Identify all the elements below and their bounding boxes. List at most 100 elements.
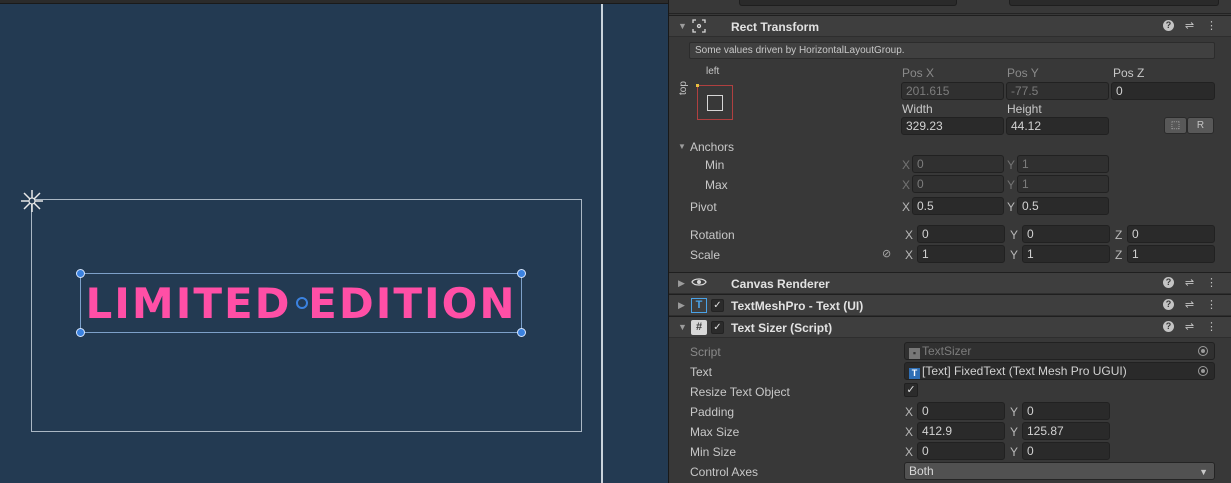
padding-x-field[interactable]: 0 bbox=[917, 402, 1005, 420]
script-label: Script bbox=[690, 345, 721, 359]
text-reference-value: [Text] FixedText (Text Mesh Pro UGUI) bbox=[922, 364, 1127, 378]
preset-sliders-icon[interactable]: ⇌ bbox=[1183, 276, 1196, 290]
max-size-x-field[interactable]: 412.9 bbox=[917, 422, 1005, 440]
component-title: Canvas Renderer bbox=[731, 277, 830, 291]
pivot-y-field[interactable]: 0.5 bbox=[1017, 197, 1109, 215]
preset-sliders-icon[interactable]: ⇌ bbox=[1183, 298, 1196, 312]
axis-y-label: Y bbox=[1010, 425, 1019, 439]
axis-x-label: X bbox=[902, 178, 911, 192]
component-title: TextMeshPro - Text (UI) bbox=[731, 299, 864, 313]
tmp-text-icon: T bbox=[909, 368, 920, 379]
rotation-z-field[interactable]: 0 bbox=[1127, 225, 1215, 243]
axis-y-label: Y bbox=[1007, 200, 1016, 214]
text-label: Text bbox=[690, 365, 713, 379]
width-field[interactable]: 329.23 bbox=[901, 117, 1004, 135]
rect-transform-header[interactable]: ▼ Rect Transform ? ⇌ ⋮ bbox=[669, 15, 1231, 37]
blueprint-mode-icon[interactable]: ⬚ bbox=[1164, 117, 1187, 134]
component-title: Rect Transform bbox=[731, 20, 820, 34]
rect-handle-top-left[interactable] bbox=[76, 269, 85, 278]
axis-x-label: X bbox=[902, 158, 911, 172]
scale-x-field[interactable]: 1 bbox=[917, 245, 1005, 263]
script-field: ▪ TextSizer bbox=[904, 342, 1215, 360]
min-size-y-field[interactable]: 0 bbox=[1022, 442, 1110, 460]
rotation-x-field[interactable]: 0 bbox=[917, 225, 1005, 243]
max-size-y-field[interactable]: 125.87 bbox=[1022, 422, 1110, 440]
help-icon[interactable]: ? bbox=[1163, 277, 1174, 288]
anchor-flower-icon[interactable] bbox=[19, 188, 45, 214]
canvas-edge-line bbox=[601, 4, 603, 483]
padding-y-field[interactable]: 0 bbox=[1022, 402, 1110, 420]
layer-field-stub[interactable] bbox=[1009, 0, 1219, 6]
textmeshpro-header[interactable]: ▶ T ✓ TextMeshPro - Text (UI) ? ⇌ ⋮ bbox=[669, 294, 1231, 316]
rotation-y-field[interactable]: 0 bbox=[1022, 225, 1110, 243]
scale-y-field[interactable]: 1 bbox=[1022, 245, 1110, 263]
constrain-proportions-icon[interactable]: ⊘ bbox=[882, 247, 891, 260]
object-picker-icon bbox=[1198, 346, 1208, 356]
rect-handle-top-right[interactable] bbox=[517, 269, 526, 278]
text-sizer-header[interactable]: ▼ # ✓ Text Sizer (Script) ? ⇌ ⋮ bbox=[669, 316, 1231, 338]
component-title: Text Sizer (Script) bbox=[731, 321, 833, 335]
foldout-collapsed-icon[interactable]: ▶ bbox=[678, 300, 685, 311]
rect-handle-bottom-left[interactable] bbox=[76, 328, 85, 337]
resize-text-object-checkbox[interactable]: ✓ bbox=[904, 383, 918, 397]
eye-icon bbox=[691, 276, 707, 291]
kebab-menu-icon[interactable]: ⋮ bbox=[1205, 298, 1218, 312]
height-field[interactable]: 44.12 bbox=[1006, 117, 1109, 135]
anchor-preset-button[interactable] bbox=[696, 84, 733, 120]
inspector-panel: ▼ Rect Transform ? ⇌ ⋮ Some values drive… bbox=[668, 0, 1231, 483]
min-size-x-field[interactable]: 0 bbox=[917, 442, 1005, 460]
foldout-collapsed-icon[interactable]: ▶ bbox=[678, 278, 685, 289]
axis-z-label: Z bbox=[1115, 228, 1123, 242]
object-picker-icon[interactable] bbox=[1198, 366, 1208, 376]
padding-label: Padding bbox=[690, 405, 735, 419]
raw-edit-button[interactable]: R bbox=[1187, 117, 1214, 134]
rect-transform-icon bbox=[691, 19, 707, 34]
pos-z-field[interactable]: 0 bbox=[1111, 82, 1215, 100]
canvas-renderer-header[interactable]: ▶ Canvas Renderer ? ⇌ ⋮ bbox=[669, 272, 1231, 294]
anchor-min-y-field: 1 bbox=[1017, 155, 1109, 173]
script-hash-icon: # bbox=[691, 320, 707, 335]
scale-label: Scale bbox=[690, 248, 721, 262]
axis-y-label: Y bbox=[1010, 405, 1019, 419]
control-axes-dropdown[interactable]: Both ▼ bbox=[904, 462, 1215, 480]
rect-handle-bottom-right[interactable] bbox=[517, 328, 526, 337]
help-icon[interactable]: ? bbox=[1163, 20, 1174, 31]
resize-text-object-label: Resize Text Object bbox=[690, 385, 790, 399]
axis-y-label: Y bbox=[1010, 445, 1019, 459]
foldout-expanded-icon[interactable]: ▼ bbox=[678, 21, 687, 31]
anchor-max-y-field: 1 bbox=[1017, 175, 1109, 193]
component-enabled-checkbox[interactable]: ✓ bbox=[711, 299, 724, 312]
preset-sliders-icon[interactable]: ⇌ bbox=[1183, 320, 1196, 334]
control-axes-value: Both bbox=[909, 464, 934, 478]
anchors-foldout-icon[interactable]: ▼ bbox=[678, 142, 686, 151]
pivot-x-field[interactable]: 0.5 bbox=[912, 197, 1004, 215]
help-icon[interactable]: ? bbox=[1163, 299, 1174, 310]
axis-x-label: X bbox=[905, 445, 914, 459]
scene-view[interactable]: LIMITED EDITION bbox=[0, 0, 668, 483]
kebab-menu-icon[interactable]: ⋮ bbox=[1205, 19, 1218, 33]
script-file-icon: ▪ bbox=[909, 348, 920, 359]
help-icon[interactable]: ? bbox=[1163, 321, 1174, 332]
inspector-top-edge bbox=[669, 0, 1231, 14]
foldout-expanded-icon[interactable]: ▼ bbox=[678, 322, 687, 332]
anchor-max-x-field: 0 bbox=[912, 175, 1004, 193]
pos-x-field: 201.615 bbox=[901, 82, 1004, 100]
script-value: TextSizer bbox=[922, 344, 972, 358]
pos-z-label: Pos Z bbox=[1113, 66, 1145, 80]
pivot-label: Pivot bbox=[690, 200, 717, 214]
pivot-handle[interactable] bbox=[296, 297, 308, 309]
axis-x-label: X bbox=[902, 200, 911, 214]
kebab-menu-icon[interactable]: ⋮ bbox=[1205, 276, 1218, 290]
axis-x-label: X bbox=[905, 425, 914, 439]
axis-x-label: X bbox=[905, 248, 914, 262]
axis-y-label: Y bbox=[1010, 248, 1019, 262]
tag-field-stub[interactable] bbox=[739, 0, 957, 6]
rotation-label: Rotation bbox=[690, 228, 735, 242]
preset-sliders-icon[interactable]: ⇌ bbox=[1183, 19, 1196, 33]
component-enabled-checkbox[interactable]: ✓ bbox=[711, 321, 724, 334]
anchors-label: Anchors bbox=[690, 140, 735, 154]
scale-z-field[interactable]: 1 bbox=[1127, 245, 1215, 263]
text-reference-field[interactable]: T [Text] FixedText (Text Mesh Pro UGUI) bbox=[904, 362, 1215, 380]
max-size-label: Max Size bbox=[690, 425, 740, 439]
kebab-menu-icon[interactable]: ⋮ bbox=[1205, 320, 1218, 334]
